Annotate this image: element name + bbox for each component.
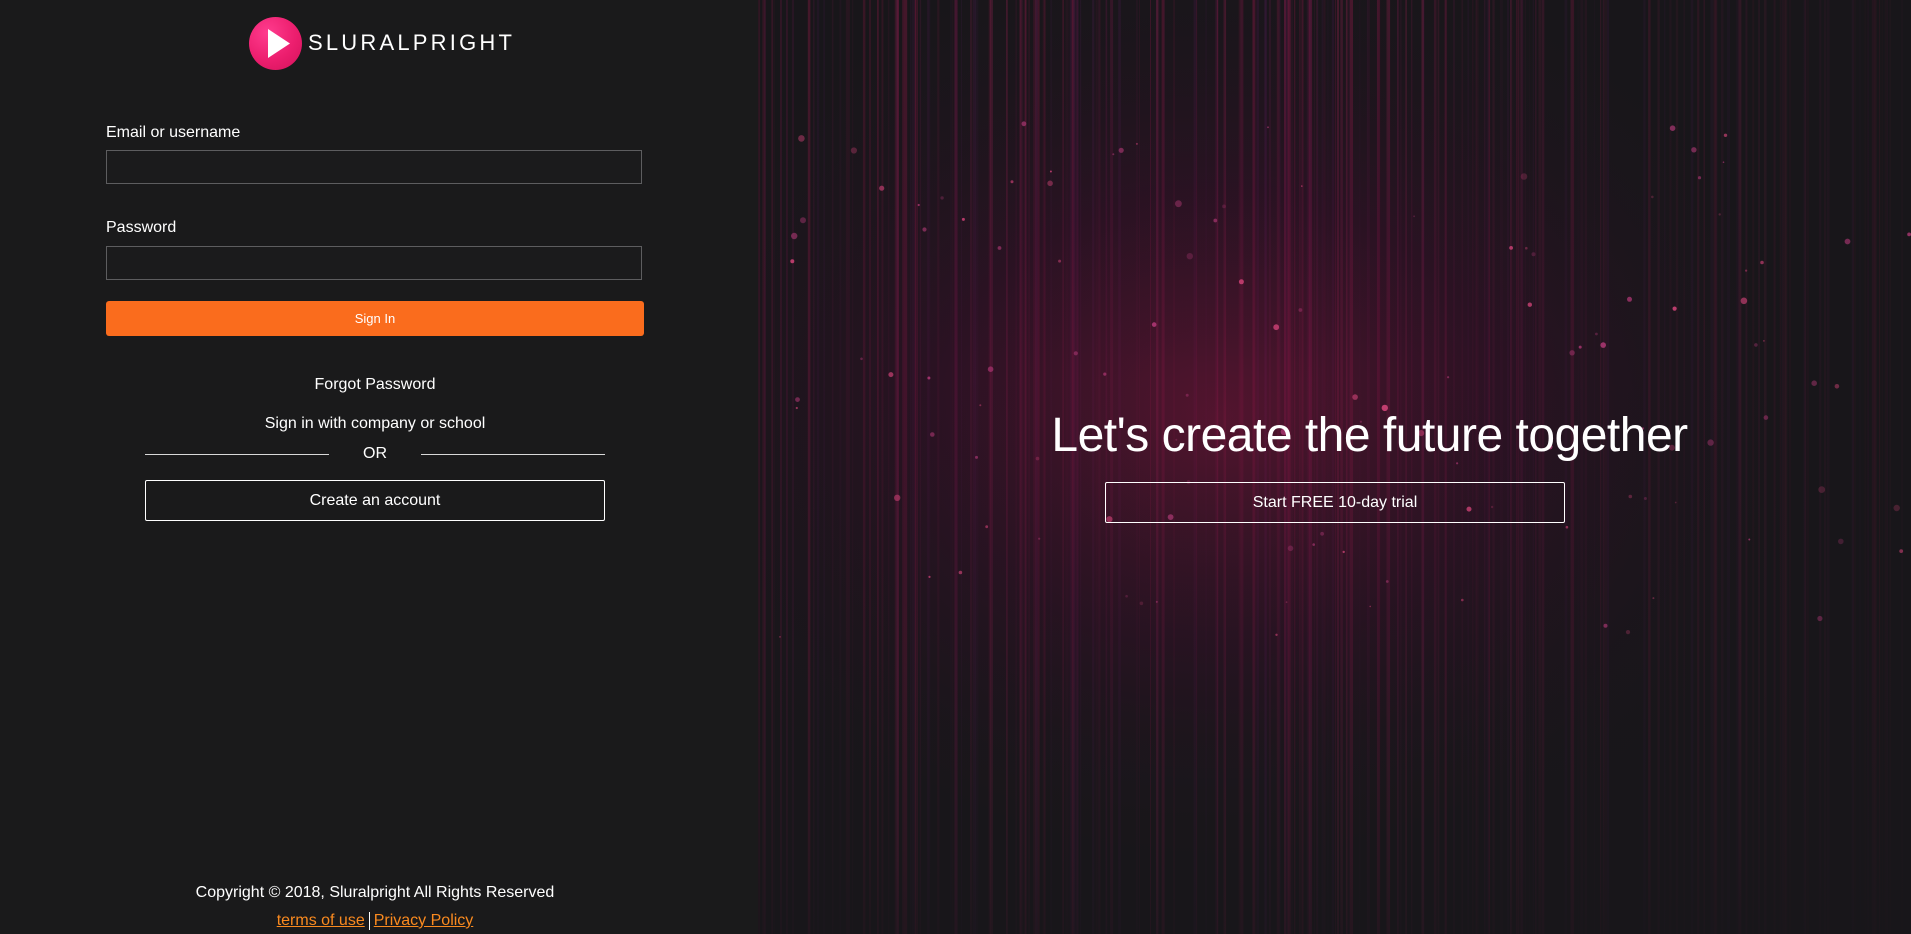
footer-separator [368,912,370,930]
terms-of-use-link[interactable]: terms of use [277,912,365,929]
hero-title: Let's create the future together [1051,409,1688,462]
sign-in-button[interactable]: Sign In [106,301,644,336]
login-page: SLURALPRIGHT Email or username Password … [0,0,1911,934]
copyright-text: Copyright © 2018, Sluralpright All Right… [195,884,555,901]
forgot-password-link[interactable]: Forgot Password [0,376,750,394]
company-signin-link[interactable]: Sign in with company or school [0,415,750,433]
brand-logo[interactable]: SLURALPRIGHT [249,16,515,70]
hero-background-image [758,0,1911,934]
password-label: Password [106,219,177,236]
hero-panel: Let's create the future together Start F… [758,0,1911,934]
privacy-policy-link[interactable]: Privacy Policy [374,912,474,929]
email-label: Email or username [106,124,241,141]
or-divider: OR [145,444,605,464]
email-field[interactable] [106,150,642,184]
brand-name: SLURALPRIGHT [308,30,516,55]
password-field[interactable] [106,246,642,280]
footer: Copyright © 2018, Sluralpright All Right… [0,884,750,930]
play-logo-icon [249,16,302,70]
footer-links: terms of use Privacy Policy [0,912,750,930]
start-trial-button[interactable]: Start FREE 10-day trial [1105,482,1565,523]
divider-line-right [421,454,605,455]
login-panel: SLURALPRIGHT Email or username Password … [0,0,758,934]
create-account-button[interactable]: Create an account [145,480,605,521]
